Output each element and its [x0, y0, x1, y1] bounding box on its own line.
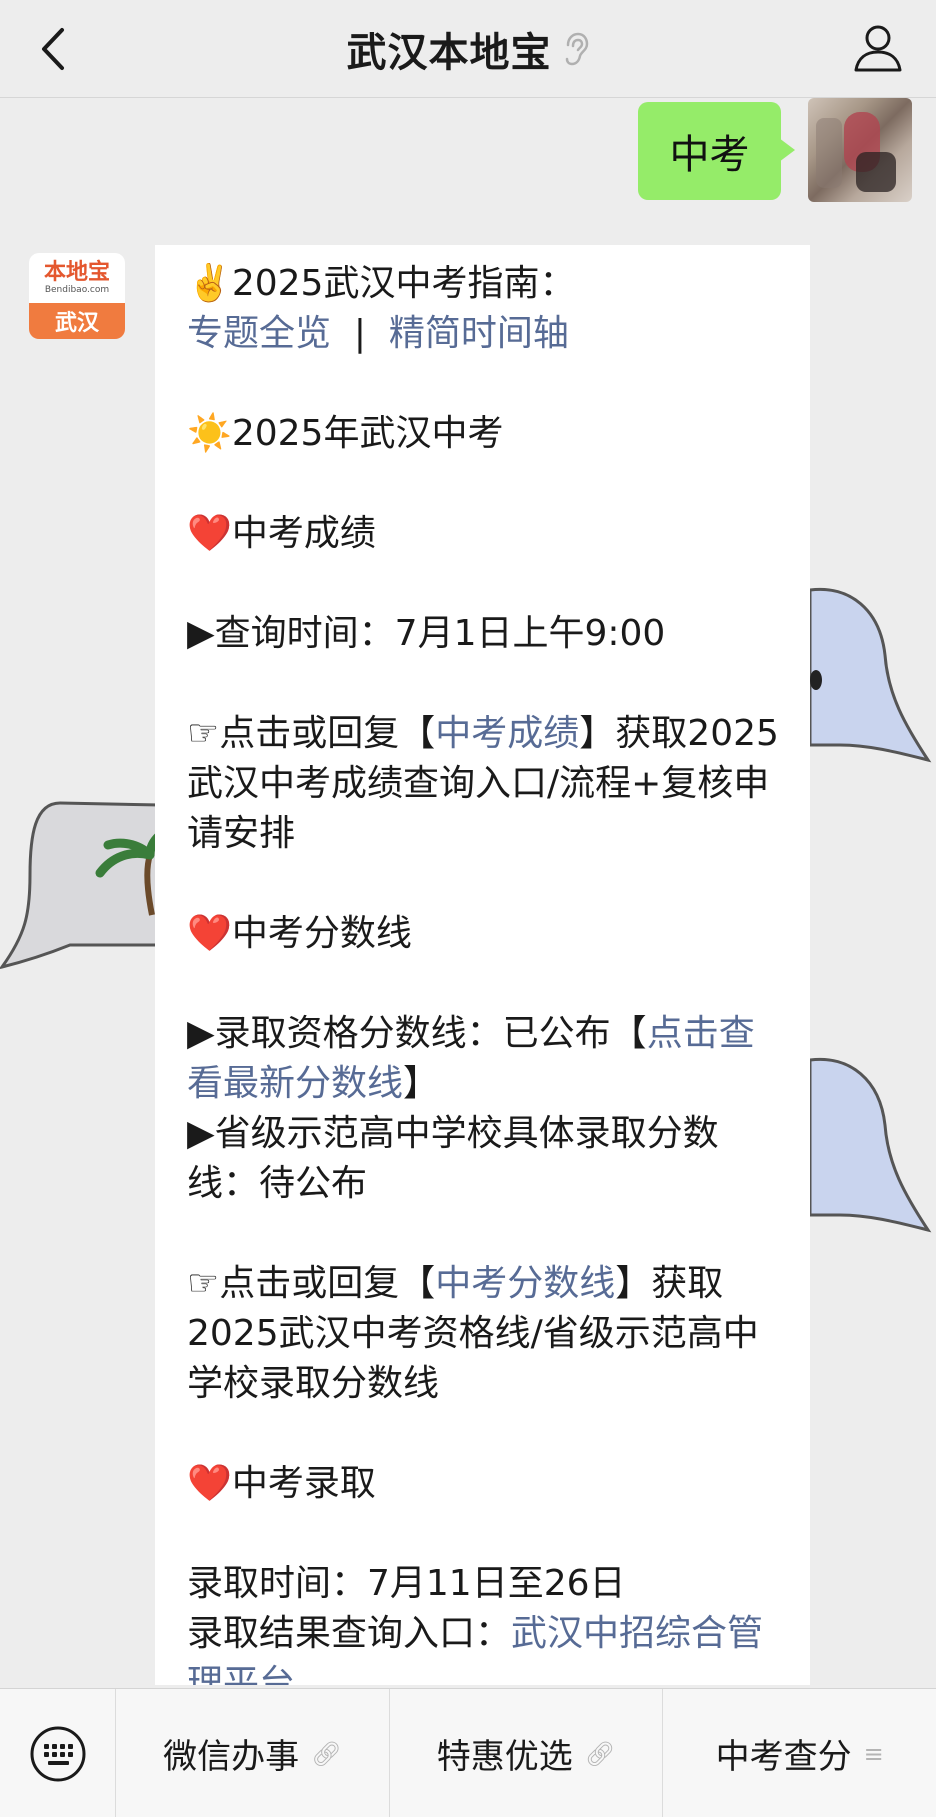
user-avatar[interactable] — [808, 98, 912, 202]
heart-icon: ❤️ — [187, 513, 232, 554]
bot-avatar-domain: Bendibao.com — [44, 284, 110, 295]
keyboard-button[interactable] — [0, 1689, 116, 1817]
score-heading-text: 中考成绩 — [231, 513, 376, 554]
section-title-text: ☀️2025年武汉中考 — [187, 413, 504, 454]
right-bubble-illustration-top — [810, 587, 932, 763]
score-heading: ❤️中考成绩 — [187, 509, 780, 559]
link-timeline[interactable]: 精简时间轴 — [389, 313, 569, 354]
link-icon: 🔗︎ — [584, 1739, 616, 1768]
bot-avatar-city: 武汉 — [29, 303, 125, 339]
guide-title-text: ✌️2025武汉中考指南： — [187, 263, 576, 304]
chat-title: 武汉本地宝 — [346, 30, 552, 76]
score-tip: ☞点击或回复【中考成绩】获取2025武汉中考成绩查询入口/流程+复核申请安排 — [187, 709, 780, 859]
user-message-bubble[interactable]: 中考 — [638, 102, 795, 200]
guide-title: ✌️2025武汉中考指南： — [187, 259, 780, 309]
user-message-text: 中考 — [669, 132, 750, 178]
cutoff-line-1: ▶录取资格分数线：已公布【点击查看最新分数线】 — [187, 1009, 780, 1109]
bottom-menu-bar: 微信办事 🔗︎ 特惠优选 🔗︎ 中考查分 ≡ — [0, 1688, 936, 1817]
menu-item-score-query[interactable]: 中考查分 ≡ — [663, 1689, 936, 1817]
heart-icon: ❤️ — [187, 1463, 232, 1504]
guide-links-row: 专题全览 | 精简时间轴 — [187, 309, 780, 359]
list-icon: ≡ — [863, 1739, 884, 1768]
cutoff-line-1-prefix: ▶录取资格分数线：已公布【 — [187, 1013, 647, 1054]
cutoff-tip-prefix: ☞点击或回复【 — [187, 1263, 436, 1304]
cutoff-heading-text: 中考分数线 — [231, 913, 412, 954]
menu-item-label: 特惠优选 — [436, 1737, 573, 1777]
cutoff-tip: ☞点击或回复【中考分数线】获取2025武汉中考资格线/省级示范高中学校录取分数线 — [187, 1259, 780, 1409]
link-score[interactable]: 中考成绩 — [435, 713, 579, 754]
left-bubble-illustration — [0, 801, 160, 970]
link-topic-overview[interactable]: 专题全览 — [187, 313, 331, 354]
cutoff-line-2: ▶省级示范高中学校具体录取分数线：待公布 — [187, 1113, 719, 1204]
person-icon[interactable] — [850, 20, 906, 76]
heart-icon: ❤️ — [187, 913, 232, 954]
menu-item-special-offers[interactable]: 特惠优选 🔗︎ — [390, 1689, 664, 1817]
bot-reply-message: ✌️2025武汉中考指南： 专题全览 | 精简时间轴 ☀️2025年武汉中考 ❤… — [155, 245, 810, 1685]
right-bubble-illustration-bottom — [810, 1057, 932, 1233]
link-icon: 🔗︎ — [311, 1739, 342, 1768]
menu-item-label: 微信办事 — [163, 1737, 300, 1777]
admission-result-prefix: 录取结果查询入口： — [187, 1613, 512, 1654]
admission-heading: ❤️中考录取 — [187, 1459, 780, 1509]
bot-avatar[interactable]: 本地宝 Bendibao.com 武汉 — [29, 253, 125, 339]
link-cutoff[interactable]: 中考分数线 — [435, 1263, 615, 1304]
score-query-time: ▶查询时间：7月1日上午9:00 — [187, 613, 666, 654]
admission-result: 录取结果查询入口：武汉中招综合管理平台 — [187, 1609, 780, 1685]
keyboard-icon — [30, 1726, 85, 1781]
menu-item-label: 中考查分 — [715, 1737, 852, 1777]
score-tip-prefix: ☞点击或回复【 — [187, 713, 436, 754]
cutoff-line-1-suffix: 】 — [403, 1063, 440, 1104]
admission-heading-text: 中考录取 — [231, 1463, 376, 1504]
chat-header: 武汉本地宝 — [0, 0, 936, 98]
guide-separator: | — [331, 313, 389, 354]
admission-time: 录取时间：7月11日至26日 — [187, 1563, 626, 1604]
menu-item-wechat-service[interactable]: 微信办事 🔗︎ — [116, 1689, 390, 1817]
cutoff-heading: ❤️中考分数线 — [187, 909, 780, 959]
ear-icon — [565, 32, 588, 66]
chat-title-wrap: 武汉本地宝 — [0, 0, 936, 98]
bot-avatar-brand: 本地宝 — [43, 259, 110, 285]
section-title: ☀️2025年武汉中考 — [187, 409, 780, 459]
